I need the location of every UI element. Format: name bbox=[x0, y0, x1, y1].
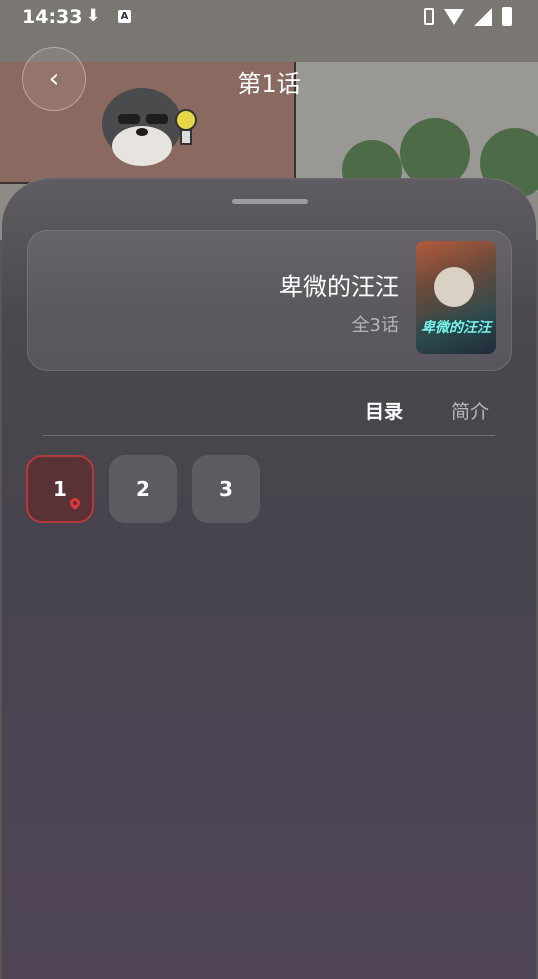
chapter-number: 3 bbox=[219, 477, 233, 501]
text-a-icon: A bbox=[118, 10, 131, 23]
lightbulb-illustration bbox=[175, 109, 197, 145]
book-info-card: 卑微的汪汪 全3话 卑微的汪汪 bbox=[27, 230, 512, 371]
location-pin-icon bbox=[67, 495, 83, 511]
status-bar: 14:33 ⬇ A bbox=[0, 0, 538, 34]
chapter-count: 全3话 bbox=[351, 315, 399, 336]
wifi-icon bbox=[444, 8, 464, 25]
book-cover-image: 卑微的汪汪 bbox=[416, 241, 496, 354]
book-title: 卑微的汪汪 bbox=[279, 273, 399, 301]
tab-bar: 目录 简介 bbox=[2, 397, 536, 427]
tab-synopsis[interactable]: 简介 bbox=[451, 397, 489, 424]
page-title: 第1话 bbox=[237, 70, 301, 98]
status-time: 14:33 bbox=[22, 6, 83, 28]
chapter-item-3[interactable]: 3 bbox=[192, 455, 260, 523]
signal-icon bbox=[474, 7, 492, 26]
chapter-item-2[interactable]: 2 bbox=[109, 455, 177, 523]
drag-handle[interactable] bbox=[232, 199, 308, 204]
tab-divider bbox=[43, 435, 495, 436]
battery-icon bbox=[502, 7, 512, 26]
chapter-number: 1 bbox=[53, 477, 67, 501]
chapter-item-1[interactable]: 1 bbox=[26, 455, 94, 523]
tab-contents[interactable]: 目录 bbox=[365, 397, 403, 424]
status-icons bbox=[424, 7, 512, 26]
chapter-grid: 1 2 3 bbox=[26, 455, 260, 523]
cover-title-art: 卑微的汪汪 bbox=[421, 320, 491, 336]
chapter-sheet: 卑微的汪汪 全3话 卑微的汪汪 目录 简介 1 2 3 bbox=[2, 178, 536, 979]
phone-icon bbox=[424, 8, 434, 25]
download-icon: ⬇ bbox=[86, 6, 101, 26]
chapter-number: 2 bbox=[136, 477, 150, 501]
cover-dog-figure bbox=[434, 267, 474, 307]
